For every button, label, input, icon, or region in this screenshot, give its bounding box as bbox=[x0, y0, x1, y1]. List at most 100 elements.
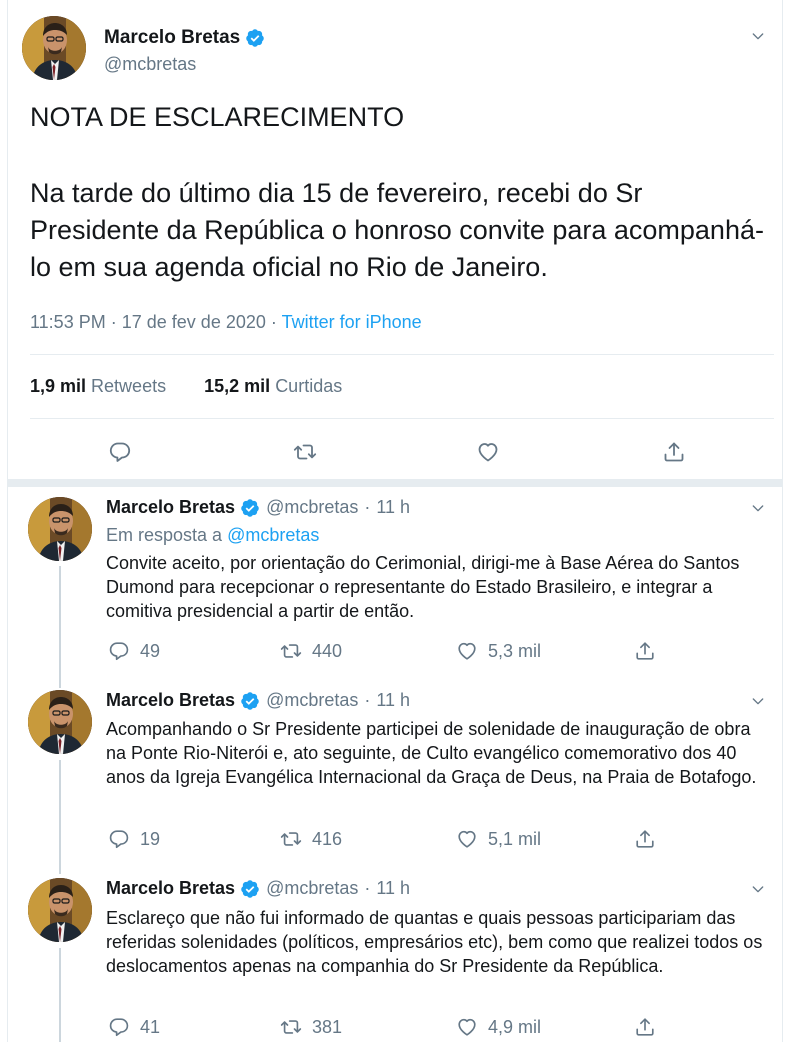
avatar-image bbox=[28, 690, 92, 754]
verified-badge-icon bbox=[240, 498, 260, 518]
tweet-time[interactable]: 11 h bbox=[376, 878, 410, 899]
retweets-stat[interactable]: 1,9 mil Retweets bbox=[30, 376, 166, 396]
retweets-count: 1,9 mil bbox=[30, 376, 87, 396]
retweet-button[interactable]: 416 bbox=[280, 828, 342, 850]
verified-badge-icon bbox=[240, 879, 260, 899]
thread-line bbox=[59, 566, 61, 688]
like-button[interactable]: 4,9 mil bbox=[456, 1016, 541, 1038]
retweet-count: 440 bbox=[312, 640, 343, 661]
tweet-time[interactable]: 11 h bbox=[376, 497, 410, 518]
meta-separator: · bbox=[364, 878, 371, 898]
avatar-image bbox=[28, 878, 92, 942]
heart-icon bbox=[456, 828, 478, 850]
author-name[interactable]: Marcelo Bretas bbox=[106, 878, 235, 899]
meta-separator: · bbox=[364, 690, 371, 710]
author-handle[interactable]: @mcbretas bbox=[266, 690, 358, 711]
likes-label: Curtidas bbox=[275, 376, 343, 396]
avatar[interactable] bbox=[22, 16, 86, 80]
likes-stat[interactable]: 15,2 mil Curtidas bbox=[204, 376, 342, 396]
tweet-time[interactable]: 11 h bbox=[376, 690, 410, 711]
reply-icon bbox=[108, 440, 132, 464]
avatar[interactable] bbox=[28, 497, 92, 561]
reply-button[interactable]: 19 bbox=[108, 828, 160, 850]
reply-icon bbox=[108, 640, 130, 662]
reply-to-label: Em resposta a bbox=[106, 525, 223, 545]
retweets-label: Retweets bbox=[91, 376, 167, 396]
meta-separator: · bbox=[364, 497, 371, 517]
share-button[interactable] bbox=[634, 640, 656, 662]
reply-count: 19 bbox=[140, 828, 161, 849]
author-handle[interactable]: @mcbretas bbox=[266, 497, 358, 518]
reply-icon bbox=[108, 1016, 130, 1038]
retweet-count: 416 bbox=[312, 828, 343, 849]
tweet-body: Na tarde do último dia 15 de fevereiro, … bbox=[30, 178, 764, 282]
heart-icon bbox=[456, 1016, 478, 1038]
like-count: 5,1 mil bbox=[488, 828, 542, 849]
likes-count: 15,2 mil bbox=[204, 376, 271, 396]
reply-to-mention[interactable]: @mcbretas bbox=[227, 525, 319, 545]
reply-button[interactable]: 49 bbox=[108, 640, 160, 662]
share-icon bbox=[634, 640, 656, 662]
chevron-down-icon[interactable] bbox=[750, 693, 766, 709]
reply-count: 41 bbox=[140, 1016, 161, 1037]
retweet-icon bbox=[293, 440, 317, 464]
reply-button[interactable] bbox=[108, 440, 132, 464]
tweet-title-line: NOTA DE ESCLARECIMENTO bbox=[30, 102, 405, 132]
chevron-down-icon[interactable] bbox=[750, 500, 766, 516]
like-count: 5,3 mil bbox=[488, 640, 542, 661]
share-icon bbox=[662, 440, 686, 464]
share-button[interactable] bbox=[662, 440, 686, 464]
author-handle[interactable]: @mcbretas bbox=[266, 878, 358, 899]
author-name[interactable]: Marcelo Bretas bbox=[106, 690, 235, 711]
tweet-text: Acompanhando o Sr Presidente participei … bbox=[106, 719, 757, 787]
tweet-date[interactable]: 17 de fev de 2020 bbox=[122, 312, 266, 332]
author-row: Marcelo Bretas bbox=[104, 27, 265, 49]
retweet-button[interactable] bbox=[293, 440, 317, 464]
share-button[interactable] bbox=[634, 1016, 656, 1038]
retweet-icon bbox=[280, 1016, 302, 1038]
retweet-button[interactable]: 440 bbox=[280, 640, 342, 662]
avatar-image bbox=[22, 16, 86, 80]
like-button[interactable] bbox=[476, 440, 500, 464]
like-button[interactable]: 5,1 mil bbox=[456, 828, 541, 850]
thread-line bbox=[59, 760, 61, 874]
share-button[interactable] bbox=[634, 828, 656, 850]
chevron-down-icon[interactable] bbox=[750, 28, 766, 44]
tweet-thread-page: Marcelo Bretas @mcbretas NOTA DE ESCLARE… bbox=[0, 0, 800, 1042]
avatar[interactable] bbox=[28, 878, 92, 942]
retweet-icon bbox=[280, 640, 302, 662]
reply-to-line: Em resposta a @mcbretas bbox=[106, 525, 319, 546]
share-icon bbox=[634, 828, 656, 850]
avatar-image bbox=[28, 497, 92, 561]
reply-icon bbox=[108, 828, 130, 850]
tweet-source[interactable]: Twitter for iPhone bbox=[282, 312, 422, 332]
verified-badge-icon bbox=[240, 691, 260, 711]
chevron-down-icon[interactable] bbox=[750, 881, 766, 897]
meta-separator: · bbox=[270, 312, 277, 332]
retweet-count: 381 bbox=[312, 1016, 343, 1037]
meta-separator: · bbox=[110, 312, 117, 332]
tweet-meta: 11:53 PM · 17 de fev de 2020 · Twitter f… bbox=[30, 312, 422, 333]
like-button[interactable]: 5,3 mil bbox=[456, 640, 541, 662]
author-name[interactable]: Marcelo Bretas bbox=[106, 497, 235, 518]
thread-line bbox=[59, 948, 61, 1042]
tweet-time[interactable]: 11:53 PM bbox=[30, 312, 106, 332]
tweet-text: Convite aceito, por orientação do Cerimo… bbox=[106, 553, 740, 621]
reply-count: 49 bbox=[140, 640, 161, 661]
verified-badge-icon bbox=[245, 28, 265, 48]
retweet-button[interactable]: 381 bbox=[280, 1016, 342, 1038]
author-row: Marcelo Bretas @mcbretas · 11 h bbox=[106, 690, 410, 711]
section-separator bbox=[7, 479, 782, 487]
author-row: Marcelo Bretas @mcbretas · 11 h bbox=[106, 497, 410, 518]
author-name[interactable]: Marcelo Bretas bbox=[104, 27, 240, 49]
reply-button[interactable]: 41 bbox=[108, 1016, 160, 1038]
heart-icon bbox=[456, 640, 478, 662]
share-icon bbox=[634, 1016, 656, 1038]
heart-icon bbox=[476, 440, 500, 464]
divider bbox=[30, 418, 774, 419]
avatar[interactable] bbox=[28, 690, 92, 754]
tweet-text: Esclareço que não fui informado de quant… bbox=[106, 908, 763, 976]
like-count: 4,9 mil bbox=[488, 1016, 542, 1037]
divider bbox=[30, 354, 774, 355]
author-handle[interactable]: @mcbretas bbox=[104, 54, 196, 75]
